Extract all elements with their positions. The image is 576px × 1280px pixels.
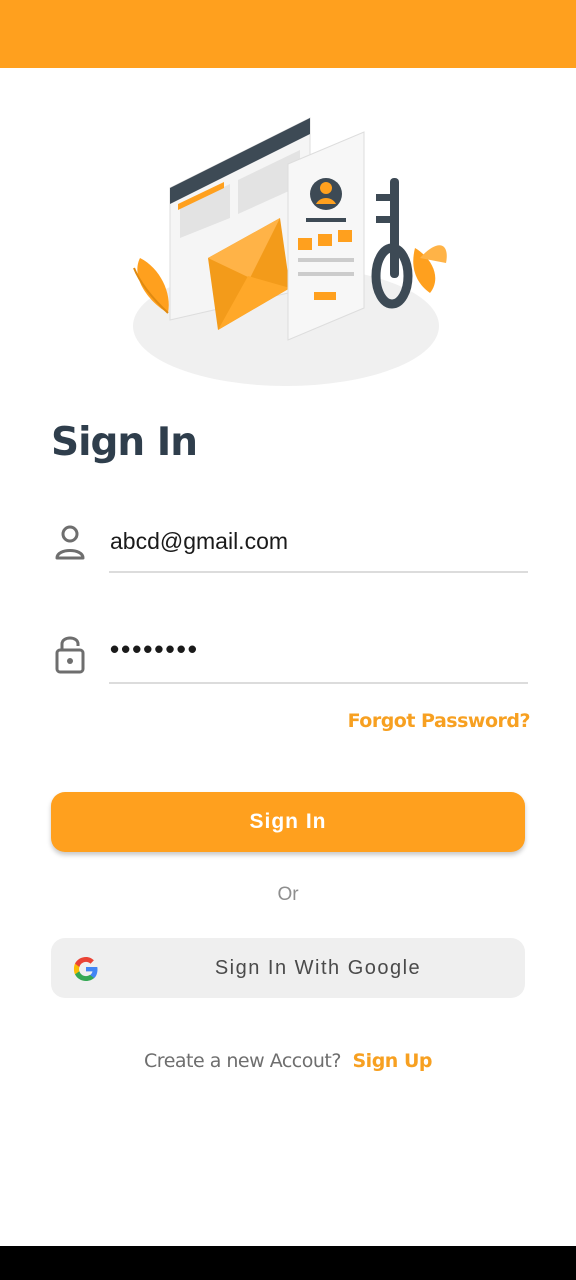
email-underline — [109, 571, 528, 573]
forgot-password-link[interactable]: Forgot Password? — [348, 710, 531, 732]
password-underline — [109, 682, 528, 684]
email-value[interactable]: abcd@gmail.com — [110, 528, 288, 555]
signup-row: Create a new Accout? Sign Up — [0, 1050, 576, 1072]
sign-up-link[interactable]: Sign Up — [353, 1050, 433, 1072]
divider-text: Or — [277, 884, 299, 905]
password-value[interactable]: •••••••• — [110, 634, 199, 665]
password-field[interactable]: •••••••• — [52, 628, 528, 688]
person-icon — [52, 522, 88, 562]
email-field[interactable]: abcd@gmail.com — [52, 518, 528, 578]
status-bar — [0, 0, 576, 68]
sign-in-button[interactable]: Sign In — [51, 792, 525, 852]
google-sign-in-button[interactable]: Sign In With Google — [51, 938, 525, 998]
login-illustration — [120, 108, 460, 398]
google-icon — [73, 956, 99, 982]
google-button-label: Sign In With Google — [214, 957, 422, 979]
lock-icon — [52, 632, 88, 674]
navigation-bar — [0, 1246, 576, 1280]
signup-prompt: Create a new Accout? — [144, 1050, 341, 1072]
page-title: Sign In — [51, 420, 198, 465]
